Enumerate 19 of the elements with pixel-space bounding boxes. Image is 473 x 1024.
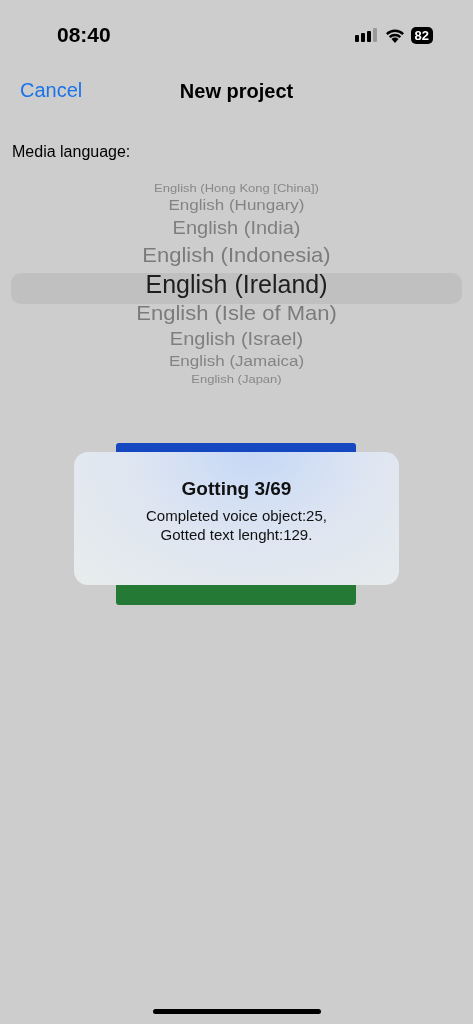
- cancel-button[interactable]: Cancel: [20, 79, 83, 102]
- dialog-message: Completed voice object:25,: [146, 506, 327, 525]
- battery-indicator: 82: [410, 26, 433, 44]
- picker-option[interactable]: English (India): [172, 217, 301, 240]
- picker-option[interactable]: English (Isle of Man): [136, 299, 337, 327]
- picker-option[interactable]: English (Japan): [191, 373, 282, 386]
- picker-option[interactable]: English (Indonesia): [142, 241, 331, 269]
- screen-title: New project: [179, 79, 294, 103]
- status-time: 08:40: [57, 23, 111, 47]
- dialog-message: Gotted text lenght:129.: [160, 525, 313, 544]
- picker-option[interactable]: English (Ireland): [145, 269, 328, 299]
- picker-option[interactable]: English (Israel): [169, 328, 304, 351]
- signal-icon: [354, 28, 379, 42]
- picker-option[interactable]: English (Jamaica): [168, 353, 305, 371]
- media-language-label: Media language:: [12, 143, 132, 161]
- wifi-icon: [384, 27, 405, 43]
- picker-option[interactable]: English (Hungary): [168, 197, 305, 215]
- picker-option[interactable]: English (Hong Kong [China]): [154, 182, 319, 195]
- dialog-title: Gotting 3/69: [181, 478, 292, 500]
